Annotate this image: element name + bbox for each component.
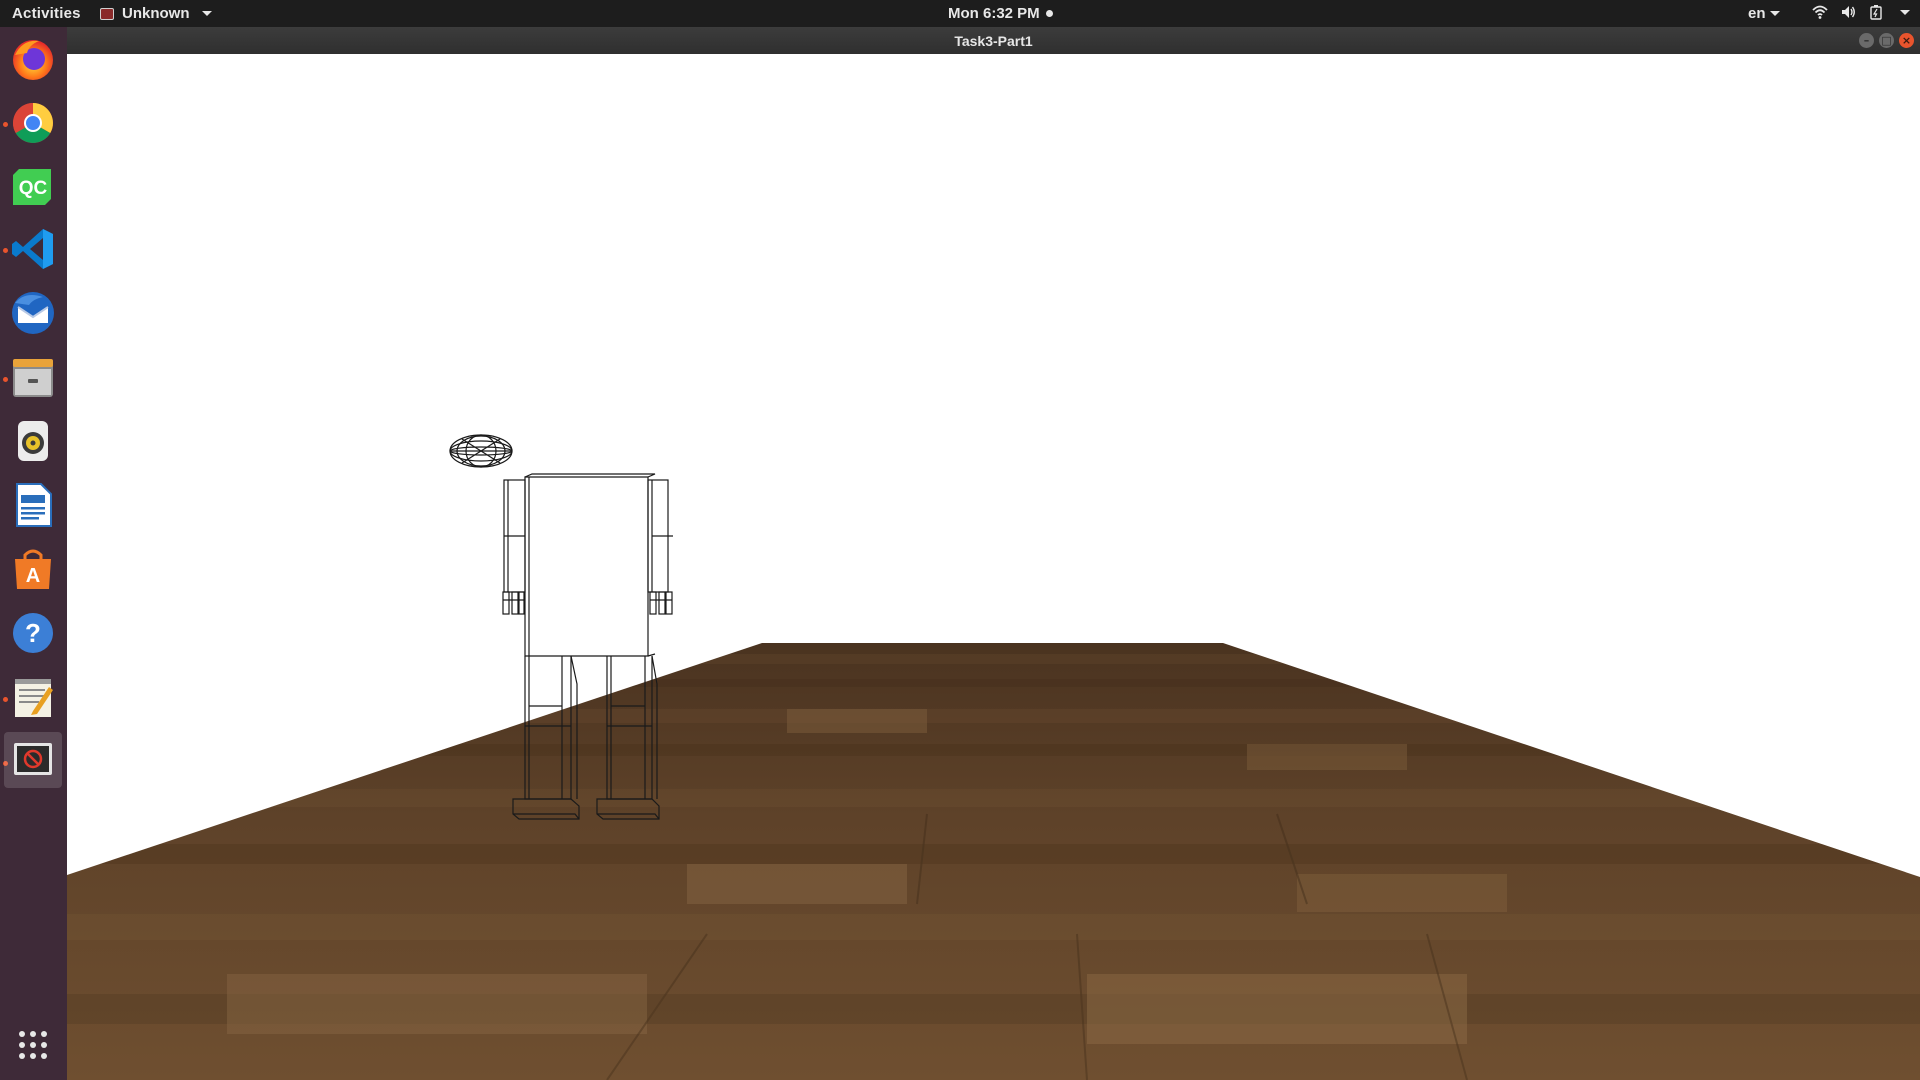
minimize-icon[interactable]: – (1859, 33, 1874, 48)
clock-label: Mon 6:32 PM (948, 5, 1040, 22)
dock-item-vscode[interactable] (9, 225, 57, 273)
help-icon: ? (13, 613, 53, 653)
app-menu[interactable]: Unknown (100, 5, 212, 22)
dock-item-text-editor[interactable] (9, 673, 57, 721)
files-icon (13, 359, 53, 397)
dock-item-rhythmbox[interactable] (9, 417, 57, 465)
text-editor-icon (15, 679, 53, 717)
dock-item-opengl-app[interactable] (4, 732, 62, 788)
thunderbird-icon (12, 292, 54, 334)
libreoffice-writer-icon (16, 483, 52, 527)
wireframe-left-arm (502, 479, 526, 615)
system-status-menu[interactable] (1812, 4, 1910, 20)
language-label: en (1748, 5, 1766, 22)
activities-button[interactable]: Activities (12, 5, 81, 22)
chevron-down-icon (1769, 11, 1780, 16)
notification-dot-icon (1045, 10, 1053, 17)
svg-text:A: A (26, 565, 40, 587)
qt-creator-icon: QC (13, 169, 51, 205)
top-bar: Activities Unknown Mon 6:32 PM en (0, 0, 1920, 27)
dock-item-firefox[interactable] (9, 35, 57, 83)
battery-icon (1870, 5, 1882, 20)
window-title: Task3-Part1 (954, 33, 1033, 49)
wifi-icon (1812, 5, 1828, 19)
wireframe-torso (524, 473, 656, 657)
opengl-viewport[interactable] (67, 54, 1920, 1080)
volume-icon (1842, 6, 1855, 18)
dock-item-thunderbird[interactable] (9, 289, 57, 337)
dock-item-help[interactable]: ? (9, 609, 57, 657)
rhythmbox-icon (18, 421, 48, 461)
show-applications-button[interactable] (9, 1021, 57, 1069)
window-controls: – □ × (1859, 33, 1914, 48)
svg-text:QC: QC (19, 178, 48, 199)
wooden-floor (67, 643, 1920, 1080)
dock-item-qt-creator[interactable]: QC (9, 163, 57, 211)
firefox-icon (13, 40, 53, 80)
application-window-icon (14, 743, 52, 775)
chrome-icon (13, 103, 53, 143)
app-menu-icon (100, 7, 114, 20)
grid-icon (19, 1031, 47, 1059)
scene-canvas (67, 434, 1920, 1080)
language-selector[interactable]: en (1748, 5, 1780, 22)
dock-item-ubuntu-software[interactable]: A (9, 545, 57, 593)
chevron-down-icon (201, 11, 212, 16)
dock-item-files[interactable] (9, 353, 57, 401)
clock-button[interactable]: Mon 6:32 PM (948, 5, 1053, 22)
dock-item-libreoffice-writer[interactable] (9, 481, 57, 529)
wireframe-right-arm (647, 479, 673, 615)
ubuntu-software-icon: A (15, 549, 51, 589)
vscode-icon (12, 229, 53, 269)
window-title-bar[interactable]: Task3-Part1 – □ × (67, 27, 1920, 54)
app-menu-label: Unknown (122, 5, 190, 22)
svg-text:?: ? (25, 618, 41, 648)
dock: QC A ? (0, 27, 67, 1080)
close-icon[interactable]: × (1899, 33, 1914, 48)
dock-item-chrome[interactable] (9, 99, 57, 147)
chevron-down-icon (1900, 9, 1910, 15)
maximize-icon[interactable]: □ (1879, 33, 1894, 48)
wireframe-head (449, 434, 513, 468)
